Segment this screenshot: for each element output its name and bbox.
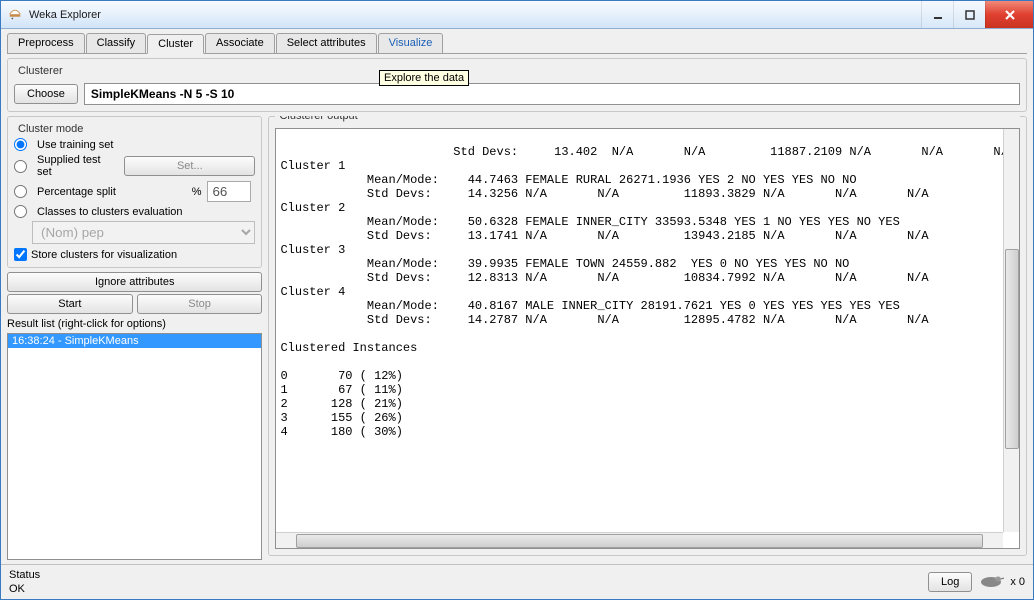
clusterer-config-text: SimpleKMeans -N 5 -S 10	[91, 87, 234, 101]
label-percentage-split[interactable]: Percentage split	[37, 186, 116, 198]
minimize-button[interactable]	[921, 1, 953, 28]
start-button[interactable]: Start	[7, 294, 133, 314]
clusterer-config[interactable]: SimpleKMeans -N 5 -S 10	[84, 83, 1020, 105]
log-button[interactable]: Log	[928, 572, 972, 592]
label-classes-to-clusters[interactable]: Classes to clusters evaluation	[37, 206, 183, 218]
tab-associate[interactable]: Associate	[205, 33, 275, 53]
status-value: OK	[9, 583, 928, 595]
output-panel: Clusterer output Std Devs: 13.402 N/A N/…	[268, 116, 1027, 556]
content-area: Preprocess Classify Cluster Associate Se…	[1, 29, 1033, 564]
percent-symbol: %	[192, 186, 202, 198]
result-item[interactable]: 16:38:24 - SimpleKMeans	[8, 334, 261, 348]
status-bar: Status OK Log x 0	[1, 564, 1033, 599]
percent-value[interactable]	[207, 181, 251, 202]
tab-classify[interactable]: Classify	[86, 33, 147, 53]
horizontal-scrollbar[interactable]	[276, 532, 1003, 548]
label-supplied-test[interactable]: Supplied test set	[37, 154, 112, 178]
tab-cluster[interactable]: Cluster	[147, 34, 204, 54]
class-attribute-select[interactable]: (Nom) pep	[32, 221, 255, 244]
close-button[interactable]	[985, 1, 1033, 28]
tab-visualize[interactable]: Visualize	[378, 33, 444, 53]
store-clusters-checkbox[interactable]	[14, 248, 27, 261]
label-use-training[interactable]: Use training set	[37, 139, 113, 151]
clusterer-legend: Clusterer	[14, 65, 67, 77]
result-list-title: Result list (right-click for options)	[7, 318, 262, 330]
tooltip-explore-data: Explore the data	[379, 70, 469, 86]
window-controls	[921, 1, 1033, 28]
radio-use-training[interactable]	[14, 138, 27, 151]
task-count: x 0	[1010, 576, 1025, 588]
result-list[interactable]: 16:38:24 - SimpleKMeans	[7, 333, 262, 560]
radio-percentage-split[interactable]	[14, 185, 27, 198]
tab-select-attributes[interactable]: Select attributes	[276, 33, 377, 53]
set-test-button[interactable]: Set...	[124, 156, 255, 176]
cluster-mode-panel: Cluster mode Use training set Supplied t…	[7, 116, 262, 268]
maximize-button[interactable]	[953, 1, 985, 28]
output-content: Std Devs: 13.402 N/A N/A 11887.2109 N/A …	[280, 145, 1015, 439]
status-label: Status	[9, 569, 928, 581]
tab-preprocess[interactable]: Preprocess	[7, 33, 85, 53]
choose-button[interactable]: Choose	[14, 84, 78, 104]
stop-button[interactable]: Stop	[137, 294, 263, 314]
radio-supplied-test[interactable]	[14, 160, 27, 173]
tab-bar: Preprocess Classify Cluster Associate Se…	[7, 33, 1027, 54]
cluster-mode-legend: Cluster mode	[14, 123, 87, 135]
vertical-scroll-thumb[interactable]	[1005, 249, 1019, 449]
ignore-attributes-button[interactable]: Ignore attributes	[7, 272, 262, 292]
vertical-scrollbar[interactable]	[1003, 129, 1019, 532]
radio-classes-to-clusters[interactable]	[14, 205, 27, 218]
store-clusters-label[interactable]: Store clusters for visualization	[31, 249, 177, 261]
titlebar[interactable]: Weka Explorer	[1, 1, 1033, 29]
app-window: Weka Explorer Preprocess Classify Cluste…	[0, 0, 1034, 600]
horizontal-scroll-thumb[interactable]	[296, 534, 983, 548]
output-text[interactable]: Std Devs: 13.402 N/A N/A 11887.2109 N/A …	[275, 128, 1020, 549]
app-icon	[7, 7, 23, 23]
window-title: Weka Explorer	[29, 9, 921, 21]
weka-bird-icon	[978, 572, 1004, 593]
output-legend: Clusterer output	[275, 116, 1020, 122]
clusterer-panel: Clusterer Choose SimpleKMeans -N 5 -S 10	[7, 58, 1027, 112]
